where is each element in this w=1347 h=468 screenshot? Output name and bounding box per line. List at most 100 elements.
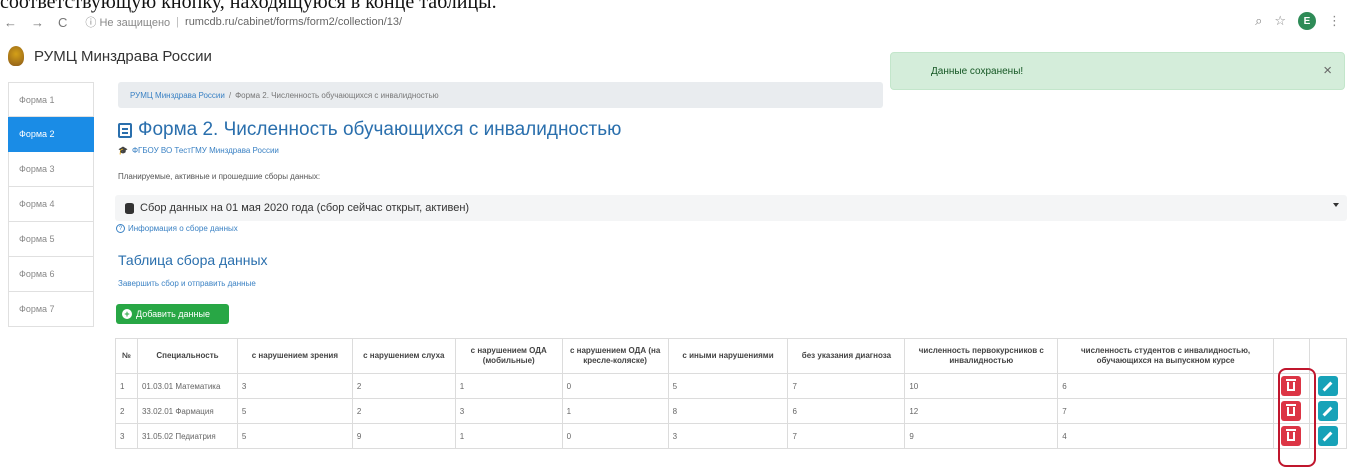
table-cell: 0 (561, 423, 669, 449)
table-cell: 4 (1057, 423, 1274, 449)
table-row: 2 33.02.01 Фармация 5 2 3 1 8 6 12 7 (115, 398, 1347, 424)
collection-info-link[interactable]: ? Информация о сборе данных (116, 224, 238, 233)
pencil-icon (1323, 381, 1333, 391)
table-cell: 9 (904, 423, 1059, 449)
table-cell: 2 (351, 398, 456, 424)
add-data-label: Добавить данные (136, 309, 210, 319)
table-cell: 10 (904, 373, 1059, 399)
table-row: 3 31.05.02 Педиатрия 5 9 1 0 3 7 9 4 (115, 423, 1347, 449)
zoom-icon[interactable]: ⌕ (1255, 13, 1262, 29)
table-cell: 1 (115, 373, 138, 399)
close-icon[interactable]: × (1323, 62, 1332, 79)
table-cell: 3 (115, 423, 138, 449)
sidebar-item-form-7[interactable]: Форма 7 (8, 292, 94, 327)
organization-name: ФГБОУ ВО ТестГМУ Минздрава России (131, 146, 279, 155)
table-cell: 1 (454, 423, 563, 449)
table-cell: 5 (667, 373, 789, 399)
collection-select-value: Сбор данных на 01 мая 2020 года (сбор се… (140, 202, 470, 214)
plus-circle-icon: + (122, 309, 132, 319)
bookmark-star-icon[interactable]: ☆ (1274, 13, 1286, 29)
menu-icon[interactable]: ⋮ (1328, 13, 1341, 29)
table-cell: 3 (236, 373, 353, 399)
breadcrumb-separator: / (228, 90, 232, 100)
browser-toolbar: ← → C ⓘ Не защищено | rumcdb.ru/cabinet/… (0, 10, 1347, 34)
table-row: 1 01.03.01 Математика 3 2 1 0 5 7 10 6 (115, 373, 1347, 399)
organization-link[interactable]: 🎓 ФГБОУ ВО ТестГМУ Минздрава России (118, 146, 279, 155)
address-separator: | (176, 16, 180, 28)
data-table: № Специальность с нарушением зрения с на… (115, 338, 1347, 449)
column-header: с нарушением ОДА (мобильные) (454, 338, 563, 374)
sidebar-item-form-3[interactable]: Форма 3 (8, 152, 94, 187)
table-cell: 6 (1057, 373, 1274, 399)
table-cell: 33.02.01 Фармация (136, 398, 238, 424)
table-header-row: № Специальность с нарушением зрения с на… (115, 338, 1347, 374)
column-header: численность первокурсников с инвалидност… (904, 338, 1059, 374)
security-indicator[interactable]: ⓘ Не защищено (85, 14, 170, 30)
graduation-cap-icon: 🎓 (118, 146, 128, 155)
sidebar-item-form-1[interactable]: Форма 1 (8, 82, 94, 117)
database-icon (125, 202, 134, 214)
delete-buttons-highlight (1278, 368, 1316, 467)
breadcrumb-current: Форма 2. Численность обучающихся с инвал… (235, 90, 439, 100)
column-header: с иными нарушениями (667, 338, 789, 374)
table-cell: 01.03.01 Математика (136, 373, 238, 399)
table-cell: 1 (561, 398, 669, 424)
finish-collection-link[interactable]: Завершить сбор и отправить данные (118, 279, 256, 288)
edit-button[interactable] (1317, 376, 1338, 396)
breadcrumb-home[interactable]: РУМЦ Минздрава России (130, 91, 225, 100)
column-header: Специальность (136, 338, 238, 374)
column-header: без указания диагноза (787, 338, 906, 374)
table-cell: 9 (351, 423, 456, 449)
pencil-icon (1323, 406, 1333, 416)
forward-icon[interactable]: → (31, 15, 44, 30)
back-icon[interactable]: ← (4, 15, 17, 30)
breadcrumb: РУМЦ Минздрава России / Форма 2. Численн… (118, 82, 883, 108)
table-cell: 7 (787, 423, 906, 449)
profile-avatar[interactable]: E (1298, 12, 1316, 30)
table-cell: 7 (1057, 398, 1274, 424)
chevron-down-icon (1333, 203, 1339, 207)
toast-message: Данные сохранены! (931, 65, 1024, 77)
url-text[interactable]: rumcdb.ru/cabinet/forms/form2/collection… (185, 16, 402, 28)
sidebar-item-form-5[interactable]: Форма 5 (8, 222, 94, 257)
table-cell: 2 (115, 398, 138, 424)
page-title: Форма 2. Численность обучающихся с инвал… (118, 119, 621, 141)
collection-info-text: Информация о сборе данных (128, 224, 238, 233)
table-cell: 5 (236, 398, 353, 424)
table-cell: 8 (667, 398, 789, 424)
table-cell: 3 (454, 398, 563, 424)
column-header: численность студентов с инвалидностью, о… (1057, 338, 1274, 374)
table-cell: 12 (904, 398, 1059, 424)
logo-icon (8, 46, 24, 66)
success-toast: Данные сохранены! × (890, 52, 1345, 90)
pencil-icon (1323, 431, 1333, 441)
table-cell: 2 (351, 373, 456, 399)
column-header: № (115, 338, 138, 374)
page-title-text: Форма 2. Численность обучающихся с инвал… (138, 119, 622, 140)
table-heading: Таблица сбора данных (118, 252, 268, 268)
sidebar: Форма 1 Форма 2 Форма 3 Форма 4 Форма 5 … (8, 82, 94, 327)
sidebar-item-form-2[interactable]: Форма 2 (8, 117, 94, 152)
sidebar-item-form-4[interactable]: Форма 4 (8, 187, 94, 222)
address-bar[interactable]: ⓘ Не защищено | rumcdb.ru/cabinet/forms/… (85, 14, 402, 30)
form-icon (118, 122, 132, 138)
question-icon: ? (116, 224, 125, 233)
collections-label: Планируемые, активные и прошедшие сборы … (118, 172, 321, 181)
add-data-button[interactable]: + Добавить данные (116, 304, 229, 324)
table-cell: 3 (667, 423, 789, 449)
column-header: с нарушением слуха (351, 338, 456, 374)
column-header: с нарушением ОДА (на кресле-коляске) (561, 338, 669, 374)
actions-header-edit (1308, 338, 1347, 374)
table-cell: 0 (561, 373, 669, 399)
table-cell: 5 (236, 423, 353, 449)
table-cell: 31.05.02 Педиатрия (136, 423, 238, 449)
brand-title: РУМЦ Минздрава России (34, 47, 212, 65)
sidebar-item-form-6[interactable]: Форма 6 (8, 257, 94, 292)
brand[interactable]: РУМЦ Минздрава России (8, 46, 212, 66)
column-header: с нарушением зрения (236, 338, 353, 374)
edit-button[interactable] (1317, 401, 1338, 421)
reload-icon[interactable]: C (58, 15, 67, 30)
table-cell: 7 (787, 373, 906, 399)
collection-select[interactable]: Сбор данных на 01 мая 2020 года (сбор се… (115, 195, 1347, 221)
edit-button[interactable] (1317, 426, 1338, 446)
